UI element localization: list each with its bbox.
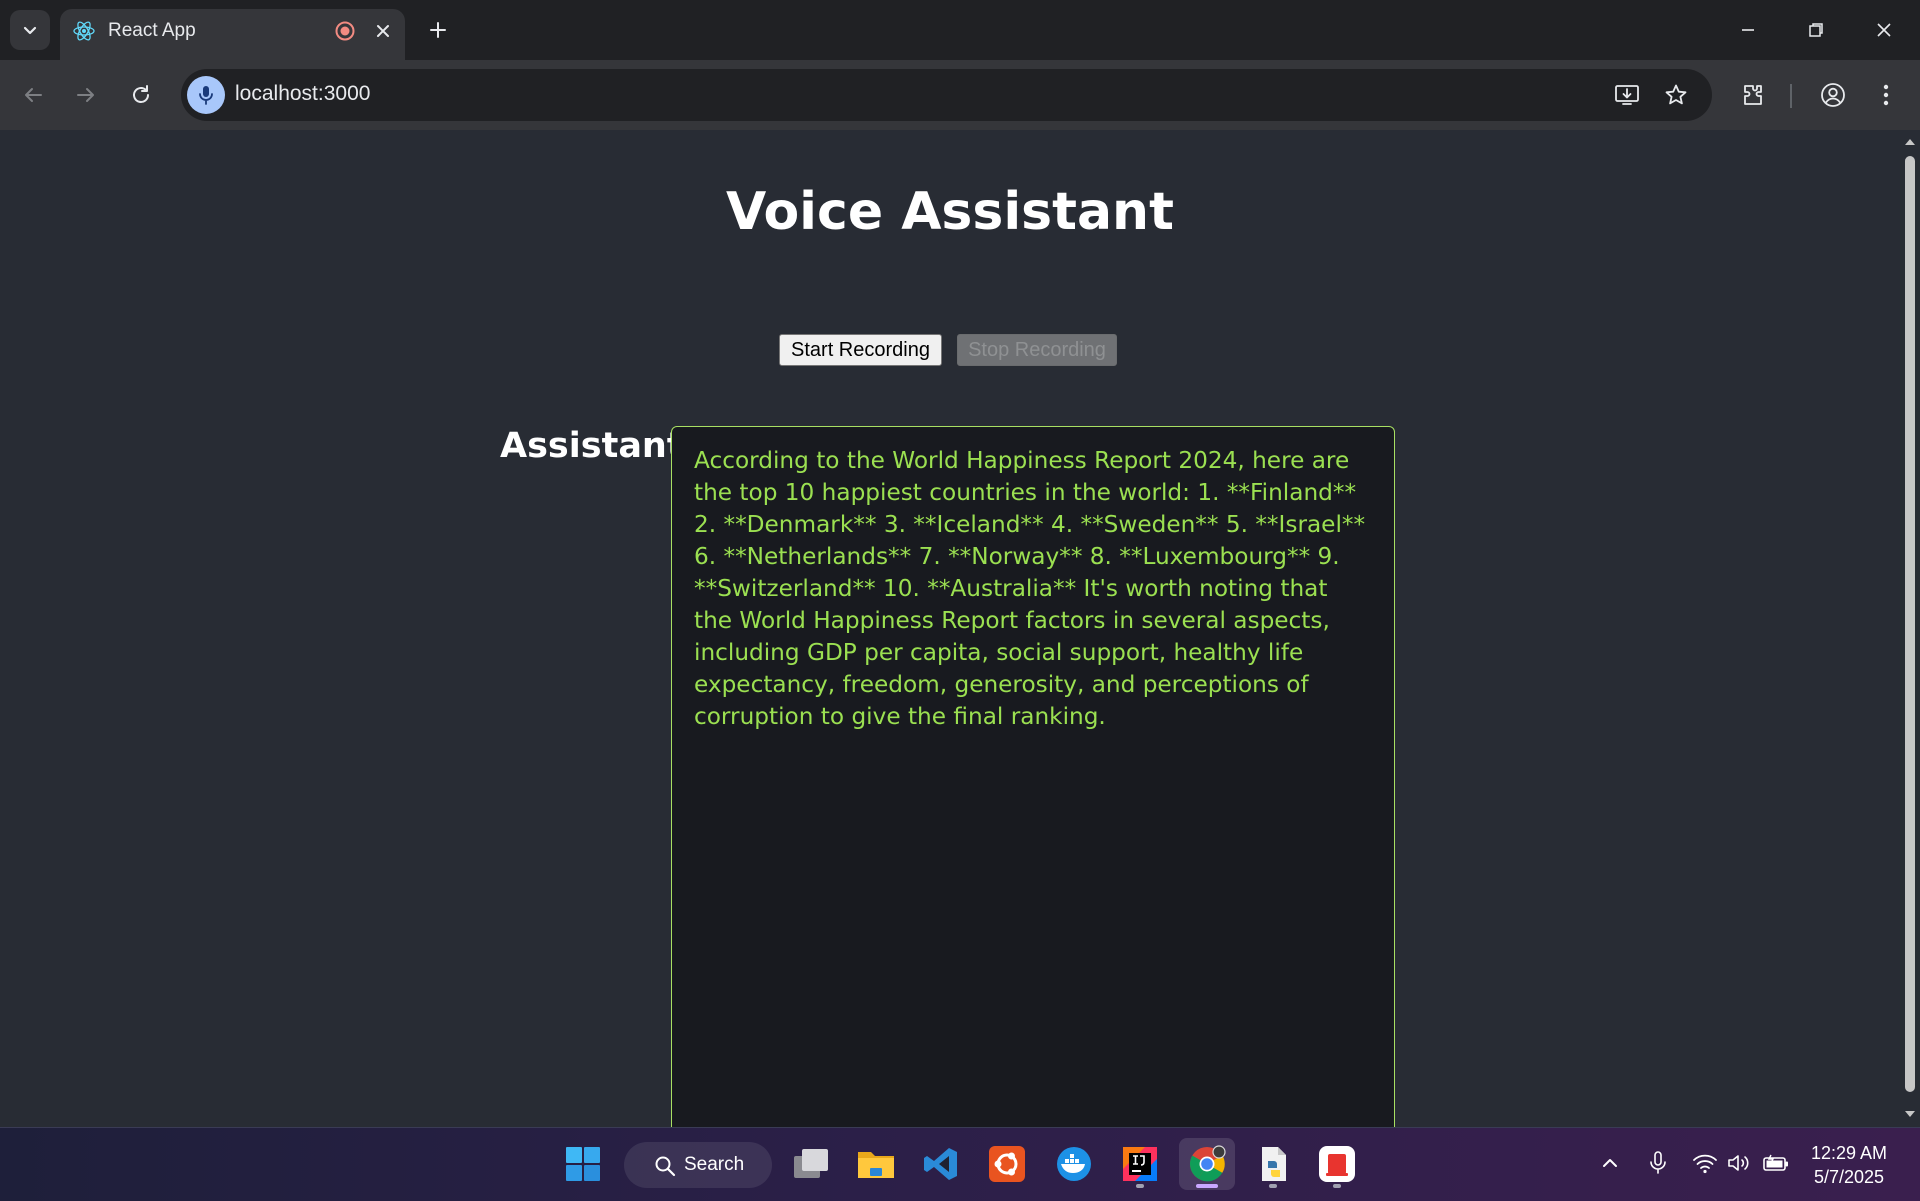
url-text[interactable]: localhost:3000 bbox=[235, 82, 370, 106]
battery-icon bbox=[1763, 1154, 1788, 1171]
toolbar-separator bbox=[1790, 84, 1792, 108]
chrome-button[interactable] bbox=[1179, 1138, 1235, 1190]
close-icon bbox=[1877, 23, 1891, 37]
stop-recording-button[interactable]: Stop Recording bbox=[957, 334, 1117, 366]
ubuntu-button[interactable] bbox=[981, 1138, 1033, 1190]
microphone-icon bbox=[199, 86, 213, 105]
vscode-button[interactable] bbox=[915, 1138, 967, 1190]
wifi-icon bbox=[1693, 1154, 1717, 1174]
restore-button[interactable] bbox=[1794, 8, 1838, 52]
ubuntu-icon bbox=[989, 1146, 1025, 1182]
forward-button[interactable] bbox=[68, 77, 104, 113]
new-tab-button[interactable] bbox=[422, 14, 454, 46]
clock-time: 12:29 AM bbox=[1810, 1143, 1888, 1163]
close-icon bbox=[377, 25, 389, 37]
vscode-icon bbox=[924, 1148, 957, 1180]
scroll-down-icon[interactable] bbox=[1904, 1108, 1916, 1120]
chrome-icon bbox=[1190, 1145, 1226, 1182]
reload-icon bbox=[133, 85, 149, 103]
back-button[interactable] bbox=[15, 77, 51, 113]
install-app-button[interactable] bbox=[1611, 79, 1643, 111]
react-logo-icon bbox=[73, 21, 95, 41]
microphone-icon bbox=[1650, 1151, 1666, 1174]
close-window-button[interactable] bbox=[1862, 8, 1906, 52]
plus-icon bbox=[430, 22, 446, 38]
taskbar: Search 12:29 AM 5/7/2025 bbox=[0, 1127, 1920, 1201]
puzzle-icon bbox=[1744, 85, 1762, 105]
chevron-down-icon bbox=[23, 26, 37, 35]
recording-indicator-icon bbox=[335, 21, 355, 41]
running-indicator bbox=[1333, 1184, 1341, 1188]
browser-toolbar: localhost:3000 bbox=[0, 60, 1920, 130]
page-viewport: Voice Assistant Start Recording Stop Rec… bbox=[0, 130, 1900, 1127]
search-label: Search bbox=[684, 1154, 745, 1175]
arrow-left-icon bbox=[25, 88, 42, 102]
browser-tab[interactable]: React App bbox=[60, 9, 405, 60]
microphone-tray-button[interactable] bbox=[1643, 1148, 1673, 1178]
python-button[interactable] bbox=[1247, 1138, 1299, 1190]
minimize-button[interactable] bbox=[1726, 8, 1770, 52]
taskbar-search[interactable]: Search bbox=[624, 1142, 772, 1188]
assistant-response-box: According to the World Happiness Report … bbox=[671, 426, 1395, 1127]
start-button[interactable] bbox=[557, 1138, 609, 1190]
app-icon bbox=[1319, 1146, 1355, 1182]
page-scrollbar[interactable] bbox=[1900, 130, 1920, 1127]
chevron-up-icon bbox=[1603, 1159, 1617, 1167]
profile-icon bbox=[1821, 83, 1845, 107]
taskbar-app-button[interactable] bbox=[1311, 1138, 1363, 1190]
minimize-icon bbox=[1742, 29, 1754, 31]
clock-date: 5/7/2025 bbox=[1813, 1167, 1885, 1187]
system-clock[interactable]: 12:29 AM 5/7/2025 bbox=[1800, 1141, 1898, 1189]
volume-icon bbox=[1728, 1155, 1749, 1171]
running-indicator bbox=[1269, 1184, 1277, 1188]
tab-strip: React App bbox=[0, 0, 1920, 60]
task-view-icon bbox=[794, 1149, 828, 1178]
page-title: Voice Assistant bbox=[726, 182, 1174, 242]
running-indicator bbox=[1196, 1184, 1218, 1188]
star-icon bbox=[1665, 84, 1687, 105]
tab-search-button[interactable] bbox=[10, 10, 50, 50]
reload-button[interactable] bbox=[123, 77, 159, 113]
tab-close-button[interactable] bbox=[370, 18, 396, 44]
task-view-button[interactable] bbox=[785, 1138, 837, 1190]
intellij-icon bbox=[1123, 1147, 1157, 1181]
start-recording-button[interactable]: Start Recording bbox=[779, 334, 942, 366]
scroll-thumb[interactable] bbox=[1905, 156, 1915, 1092]
windows-start-icon bbox=[566, 1147, 600, 1181]
scroll-up-icon[interactable] bbox=[1904, 136, 1916, 148]
profile-button[interactable] bbox=[1815, 77, 1851, 113]
tab-title: React App bbox=[108, 20, 196, 41]
intellij-button[interactable] bbox=[1114, 1138, 1166, 1190]
bookmark-button[interactable] bbox=[1660, 79, 1692, 111]
assistant-label: Assistant: bbox=[500, 426, 698, 466]
file-explorer-icon bbox=[858, 1152, 894, 1178]
file-explorer-button[interactable] bbox=[850, 1138, 902, 1190]
menu-button[interactable] bbox=[1868, 77, 1904, 113]
battery-button[interactable] bbox=[1761, 1148, 1791, 1178]
microphone-permission-chip[interactable] bbox=[187, 76, 225, 114]
search-icon bbox=[655, 1156, 676, 1177]
extensions-button[interactable] bbox=[1735, 77, 1771, 113]
restore-icon bbox=[1809, 23, 1823, 37]
running-indicator bbox=[1136, 1184, 1144, 1188]
install-app-icon bbox=[1615, 85, 1639, 105]
wifi-button[interactable] bbox=[1690, 1148, 1720, 1178]
docker-icon bbox=[1057, 1147, 1091, 1181]
kebab-menu-icon bbox=[1883, 84, 1889, 106]
python-icon bbox=[1262, 1147, 1286, 1181]
address-bar[interactable]: localhost:3000 bbox=[181, 69, 1712, 121]
show-hidden-icons-button[interactable] bbox=[1595, 1148, 1625, 1178]
volume-button[interactable] bbox=[1725, 1148, 1755, 1178]
docker-button[interactable] bbox=[1048, 1138, 1100, 1190]
arrow-right-icon bbox=[77, 88, 94, 102]
